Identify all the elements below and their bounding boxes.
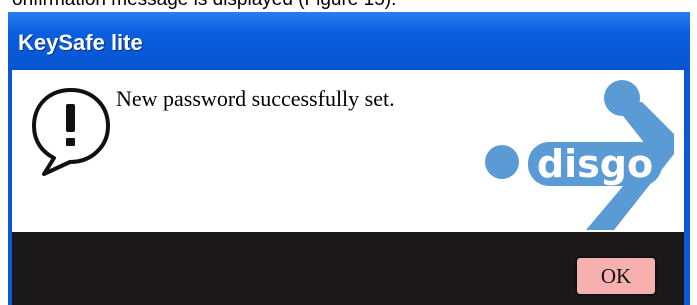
dialog-content: New password successfully set. disgo (12, 70, 684, 232)
message-dialog: KeySafe lite New password successfully s… (8, 12, 690, 305)
document-caption: onfirmation message is displayed (Figure… (12, 0, 396, 11)
title-bar[interactable]: KeySafe lite (8, 12, 690, 70)
dialog-message: New password successfully set. (116, 86, 395, 111)
button-bar: OK (12, 232, 684, 305)
disgo-logo: disgo (485, 80, 674, 230)
logo-text: disgo (537, 142, 653, 186)
ok-button[interactable]: OK (575, 256, 657, 296)
exclamation-speech-bubble-icon (32, 88, 110, 176)
dialog-title: KeySafe lite (18, 30, 143, 55)
